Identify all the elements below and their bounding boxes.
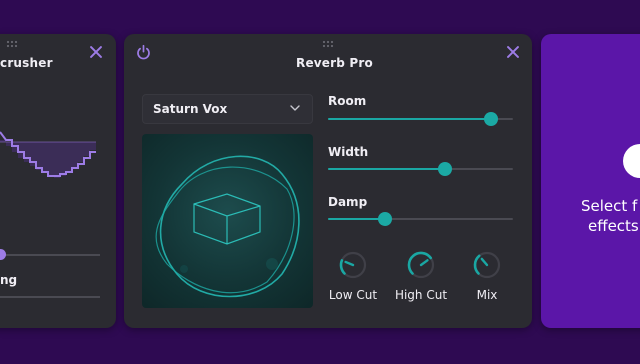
- add-effect-icon[interactable]: [623, 144, 640, 178]
- width-slider[interactable]: [328, 162, 513, 176]
- panel-title: Reverb Pro: [296, 56, 373, 70]
- low-cut-knob-arc: [339, 259, 346, 275]
- damp-slider[interactable]: [328, 212, 513, 226]
- high-cut-label: High Cut: [394, 288, 448, 302]
- left-panel-title: crusher: [0, 56, 53, 70]
- add-effect-text-line2: effects: [588, 217, 639, 235]
- reverb-shape: [155, 155, 300, 298]
- mix-knob-arc: [473, 254, 481, 275]
- low-cut-label: Low Cut: [328, 288, 378, 302]
- reverb-panel: Reverb Pro Saturn Vox Room Width Damp Lo…: [124, 34, 532, 328]
- damp-label: Damp: [328, 195, 368, 209]
- drag-handle-icon[interactable]: [322, 40, 334, 48]
- left-slider-track[interactable]: [0, 254, 100, 256]
- room-label: Room: [328, 94, 367, 108]
- drag-handle-icon[interactable]: [6, 40, 18, 48]
- width-slider-thumb[interactable]: [438, 162, 452, 176]
- reverb-visualizer: [142, 134, 313, 308]
- low-cut-knob[interactable]: [338, 250, 368, 280]
- room-slider[interactable]: [328, 112, 513, 126]
- room-slider-fill: [328, 118, 491, 120]
- room-slider-thumb[interactable]: [484, 112, 498, 126]
- close-icon[interactable]: [88, 44, 104, 60]
- left-effect-panel: crusher ng: [0, 34, 116, 328]
- mix-label: Mix: [476, 288, 498, 302]
- damp-slider-thumb[interactable]: [378, 212, 392, 226]
- power-icon[interactable]: [135, 44, 152, 61]
- preset-dropdown[interactable]: Saturn Vox: [142, 94, 313, 124]
- chevron-down-icon: [290, 105, 300, 111]
- width-label: Width: [328, 145, 369, 159]
- mix-knob[interactable]: [472, 250, 502, 280]
- left-slider-thumb[interactable]: [0, 249, 6, 260]
- add-effect-panel[interactable]: Select f effects: [541, 34, 640, 328]
- left-panel-bottom-label: ng: [0, 273, 18, 287]
- low-cut-knob-pointer: [344, 260, 355, 267]
- mix-knob-pointer: [480, 257, 489, 267]
- close-icon[interactable]: [505, 44, 521, 60]
- high-cut-knob-pointer: [419, 259, 429, 267]
- high-cut-knob-arc: [407, 251, 433, 275]
- preset-selected: Saturn Vox: [153, 102, 228, 116]
- width-slider-fill: [328, 168, 445, 170]
- damp-slider-fill: [328, 218, 385, 220]
- bitcrush-waveform: [0, 131, 96, 178]
- add-effect-text-line1: Select f: [581, 197, 638, 215]
- left-slider-track-2[interactable]: [0, 296, 100, 298]
- high-cut-knob[interactable]: [406, 250, 436, 280]
